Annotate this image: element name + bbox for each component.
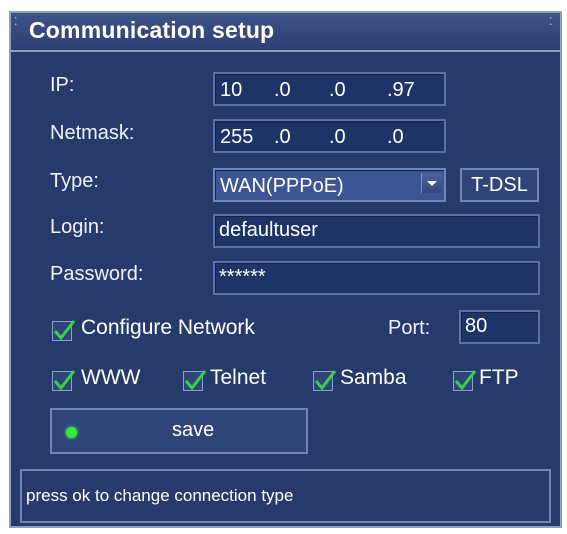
netmask-octet-3: .0 (329, 126, 346, 148)
password-label: Password: (50, 263, 144, 285)
save-button[interactable]: save (50, 408, 308, 454)
communication-setup-window: ⁚ Communication setup ⁚ IP: 10 .0 .0 .97… (9, 11, 562, 528)
screw-icon: ⁚ (549, 16, 553, 28)
status-text: press ok to change connection type (26, 486, 294, 505)
window-title: Communication setup (29, 17, 275, 43)
ip-field[interactable]: 10 .0 .0 .97 (213, 72, 446, 106)
www-label: WWW (81, 366, 141, 389)
screw-icon: ⁚ (14, 16, 18, 28)
netmask-octet-2: .0 (274, 126, 291, 148)
type-select[interactable]: WAN(PPPoE) (213, 168, 446, 202)
netmask-octet-1: 255 (220, 126, 254, 148)
ip-label: IP: (50, 74, 75, 96)
port-label: Port: (388, 317, 431, 339)
ip-octet-3: .0 (329, 79, 346, 101)
password-field[interactable]: ****** (213, 261, 540, 295)
login-field[interactable]: defaultuser (213, 214, 540, 248)
samba-label: Samba (340, 366, 407, 389)
tdsl-button[interactable]: T-DSL (460, 168, 539, 202)
ftp-checkbox[interactable] (453, 370, 477, 391)
save-button-label: save (172, 419, 215, 441)
type-select-value: WAN(PPPoE) (220, 175, 344, 197)
ip-octet-1: 10 (220, 79, 243, 101)
configure-network-label: Configure Network (81, 316, 255, 339)
telnet-checkbox[interactable] (183, 370, 207, 391)
ftp-label: FTP (479, 366, 519, 389)
port-field[interactable]: 80 (459, 310, 540, 344)
checkmark-icon (53, 320, 76, 341)
www-checkbox[interactable] (52, 370, 76, 391)
configure-network-checkbox[interactable] (52, 320, 76, 341)
netmask-label: Netmask: (50, 122, 135, 144)
checkmark-icon (53, 370, 76, 391)
ip-octet-2: .0 (274, 79, 291, 101)
status-bar: press ok to change connection type (20, 469, 551, 523)
type-label: Type: (50, 170, 99, 192)
netmask-octet-4: .0 (387, 126, 404, 148)
chevron-down-icon[interactable] (421, 173, 442, 193)
netmask-field[interactable]: 255 .0 .0 .0 (213, 119, 446, 153)
checkmark-icon (454, 370, 477, 391)
checkmark-icon (184, 370, 207, 391)
title-bar: ⁚ Communication setup ⁚ (11, 13, 560, 52)
telnet-label: Telnet (210, 366, 267, 389)
checkmark-icon (314, 370, 337, 391)
login-label: Login: (50, 216, 105, 238)
samba-checkbox[interactable] (313, 370, 337, 391)
green-dot-icon (66, 427, 77, 438)
ip-octet-4: .97 (387, 79, 415, 101)
